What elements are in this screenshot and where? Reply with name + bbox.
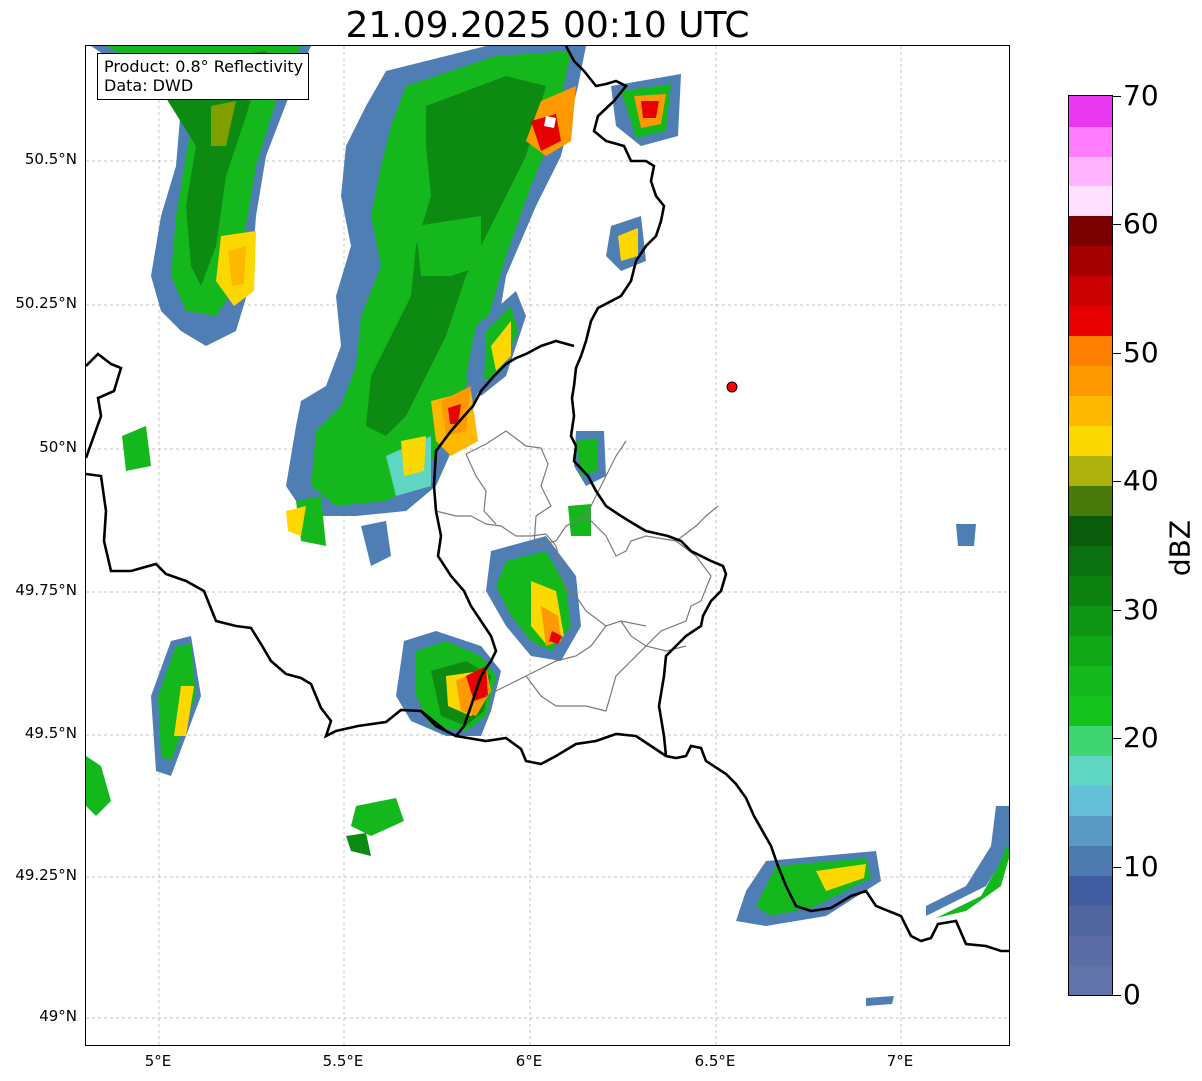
colorbar-segment	[1069, 755, 1112, 786]
data-source-label: Data: DWD	[104, 76, 194, 95]
colorbar-segment	[1069, 725, 1112, 756]
colorbar-segment	[1069, 695, 1112, 726]
lat-tick-label: 50.5°N	[24, 150, 77, 168]
lon-tick-label: 5°E	[144, 1052, 172, 1070]
colorbar-tick-label: 40	[1123, 464, 1159, 498]
colorbar-segment	[1069, 335, 1112, 367]
colorbar-segment	[1069, 965, 1112, 995]
colorbar-segment	[1069, 395, 1112, 427]
colorbar-segment	[1069, 185, 1112, 217]
lat-tick-label: 49.75°N	[15, 581, 77, 599]
colorbar-segment	[1069, 875, 1112, 906]
colorbar-segment	[1069, 305, 1112, 337]
colorbar	[1068, 95, 1113, 996]
colorbar-tick-label: 20	[1123, 721, 1159, 755]
lat-tick-label: 49°N	[39, 1007, 77, 1025]
colorbar-segment	[1069, 455, 1112, 487]
colorbar-tick-mark	[1113, 609, 1121, 611]
lat-tick-label: 49.5°N	[24, 724, 77, 742]
map-title: 21.09.2025 00:10 UTC	[345, 5, 750, 46]
colorbar-segment	[1069, 605, 1112, 636]
colorbar-segment	[1069, 545, 1112, 577]
colorbar-unit-label: dBZ	[1163, 519, 1197, 577]
colorbar-segment	[1069, 96, 1112, 127]
colorbar-tick-mark	[1113, 352, 1121, 354]
colorbar-segment	[1069, 275, 1112, 307]
colorbar-segment	[1069, 245, 1112, 277]
lat-tick-label: 50.25°N	[15, 294, 77, 312]
echo-cell-south-lux	[486, 536, 581, 661]
colorbar-segment	[1069, 905, 1112, 936]
radar-map[interactable]	[85, 45, 1010, 1046]
colorbar-segment	[1069, 125, 1112, 157]
colorbar-segment	[1069, 215, 1112, 247]
colorbar-tick-label: 70	[1123, 79, 1159, 112]
colorbar-tick-mark	[1113, 995, 1121, 996]
colorbar-segment	[1069, 845, 1112, 876]
colorbar-tick-mark	[1113, 866, 1121, 868]
colorbar-segment	[1069, 575, 1112, 607]
radar-echoes	[86, 46, 1009, 1006]
colorbar-segment	[1069, 515, 1112, 547]
colorbar-segment	[1069, 485, 1112, 517]
lon-tick-label: 6.5°E	[694, 1052, 736, 1070]
radar-site-marker[interactable]	[726, 381, 738, 393]
colorbar-segment	[1069, 155, 1112, 187]
colorbar-tick-label: 60	[1123, 207, 1159, 241]
lon-tick-label: 7°E	[886, 1052, 914, 1070]
product-info-box: Product: 0.8° Reflectivity Data: DWD	[97, 53, 310, 100]
map-canvas	[86, 46, 1009, 1045]
colorbar-segment	[1069, 665, 1112, 696]
colorbar-segment	[1069, 425, 1112, 457]
colorbar-tick-mark	[1113, 481, 1121, 483]
colorbar-tick-mark	[1113, 738, 1121, 740]
colorbar-tick-label: 50	[1123, 335, 1159, 369]
colorbar-segment	[1069, 785, 1112, 816]
colorbar-segment	[1069, 365, 1112, 397]
lat-tick-label: 49.25°N	[15, 866, 77, 884]
colorbar-segment	[1069, 935, 1112, 966]
colorbar-segment	[1069, 815, 1112, 846]
echo-cell-saarland	[396, 631, 501, 736]
colorbar-tick-mark	[1113, 224, 1121, 226]
lon-tick-label: 6°E	[515, 1052, 543, 1070]
colorbar-tick-mark	[1113, 96, 1121, 97]
colorbar-tick-label: 10	[1123, 849, 1159, 883]
colorbar-tick-label: 0	[1123, 978, 1141, 1011]
product-label: Product: 0.8° Reflectivity	[104, 57, 304, 76]
colorbar-segment	[1069, 635, 1112, 666]
colorbar-tick-label: 30	[1123, 592, 1159, 626]
lon-tick-label: 5.5°E	[322, 1052, 364, 1070]
lat-tick-label: 50°N	[39, 438, 77, 456]
